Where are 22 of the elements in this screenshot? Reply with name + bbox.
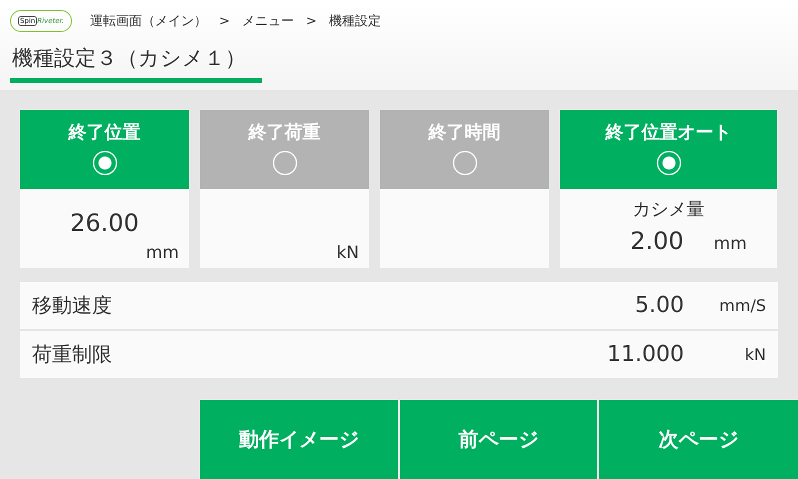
radio-icon bbox=[92, 150, 118, 176]
radio-icon bbox=[272, 150, 298, 176]
unit-text: mm/S bbox=[718, 296, 766, 315]
breadcrumb-link[interactable]: 運転画面（メイン） bbox=[90, 12, 207, 30]
breadcrumb-separator: > bbox=[219, 14, 230, 28]
setting-label: 荷重制限 bbox=[32, 341, 113, 368]
unit-text: mm bbox=[146, 243, 179, 263]
unit-text: kN bbox=[336, 243, 359, 263]
unit-text: mm bbox=[714, 234, 747, 254]
breadcrumb-separator: > bbox=[306, 14, 317, 28]
value-text[interactable]: 26.00 bbox=[70, 209, 139, 237]
page-title: 機種設定３（カシメ１） bbox=[10, 44, 262, 83]
value-text[interactable]: 2.00 bbox=[630, 227, 684, 255]
value-caption: カシメ量 bbox=[632, 198, 704, 221]
radio-icon bbox=[656, 150, 682, 176]
breadcrumb-link[interactable]: 機種設定 bbox=[328, 12, 381, 30]
setting-label: 移動速度 bbox=[32, 292, 113, 319]
radio-icon bbox=[452, 150, 478, 176]
setting-value[interactable]: 11.000 bbox=[607, 342, 684, 367]
setting-value[interactable]: 5.00 bbox=[635, 293, 684, 318]
unit-text: kN bbox=[744, 345, 766, 364]
breadcrumb-link[interactable]: メニュー bbox=[242, 12, 294, 30]
